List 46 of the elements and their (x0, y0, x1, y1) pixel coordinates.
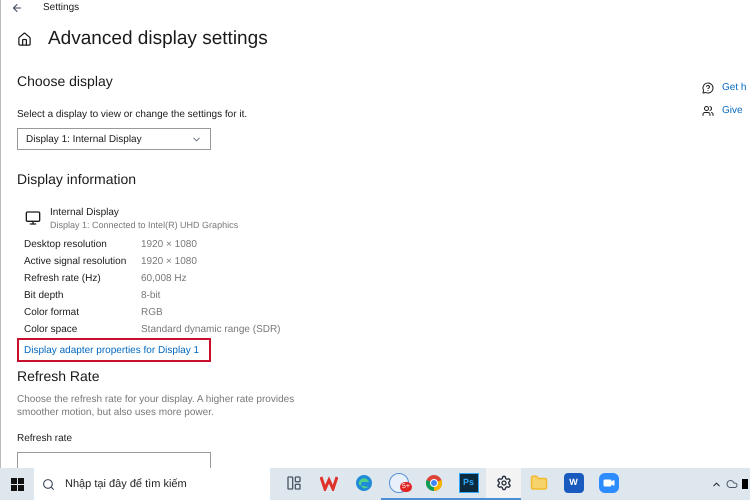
info-label: Color space (24, 323, 78, 337)
taskbar-app-button[interactable] (486, 468, 521, 500)
wps-logo-icon (320, 475, 338, 491)
edge-logo-icon (354, 474, 372, 492)
info-label: Refresh rate (Hz) (24, 272, 102, 286)
photoshop-icon: Ps (458, 473, 478, 493)
adapter-properties-link[interactable]: Display adapter properties for Display 1 (24, 342, 200, 358)
section-description: Select a display to view or change the settings for it. (17, 108, 248, 122)
settings-icon (496, 475, 512, 491)
side-link[interactable]: Get h (722, 80, 746, 95)
info-label: Desktop resolution (24, 238, 108, 252)
section-heading: Display information (17, 170, 138, 189)
taskbar-app-button[interactable]: W (556, 468, 591, 500)
search-icon (42, 478, 55, 490)
info-value: 60,008 Hz (141, 272, 187, 286)
zoom-icon (598, 473, 618, 493)
taskbar-search-field[interactable]: Nhập tại đây để tìm kiếm (34, 468, 270, 500)
info-value: Standard dynamic range (SDR) (141, 323, 281, 337)
info-label: Bit depth (24, 289, 64, 303)
monitor-icon (25, 210, 41, 226)
display-name: Internal Display (50, 207, 120, 219)
windows-logo-icon[interactable] (10, 478, 24, 490)
section-heading: Refresh Rate (17, 367, 100, 386)
help-chat-icon (702, 82, 714, 94)
side-link[interactable]: Give (722, 103, 743, 118)
cloud-icon[interactable] (726, 478, 738, 490)
word-icon: W (564, 473, 584, 493)
info-label: Active signal resolution (24, 255, 128, 269)
info-value: 1920 × 1080 (141, 255, 197, 269)
field-label: Refresh rate (17, 432, 74, 446)
window-title: Settings (43, 1, 80, 15)
back-icon[interactable] (11, 2, 23, 14)
info-label: Color format (24, 306, 80, 320)
info-value: 8-bit (141, 289, 160, 303)
section-description: Choose the refresh rate for your display. A higher rate provides smoother motion, but also uses more power. (17, 393, 296, 419)
task-view-icon (286, 475, 302, 491)
info-value: 1920 × 1080 (141, 238, 197, 252)
chrome-logo-icon (424, 474, 442, 492)
section-heading: Choose display (17, 72, 114, 91)
info-value: RGB (141, 306, 163, 320)
people-icon (702, 104, 714, 116)
display-detail: Display 1: Connected to Intel(R) UHD Graphics (50, 219, 238, 231)
page-title: Advanced display settings (48, 27, 268, 51)
folder-icon (530, 474, 548, 492)
home-icon[interactable] (17, 32, 32, 46)
display-dropdown[interactable]: Display 1: Internal Display (17, 128, 211, 150)
